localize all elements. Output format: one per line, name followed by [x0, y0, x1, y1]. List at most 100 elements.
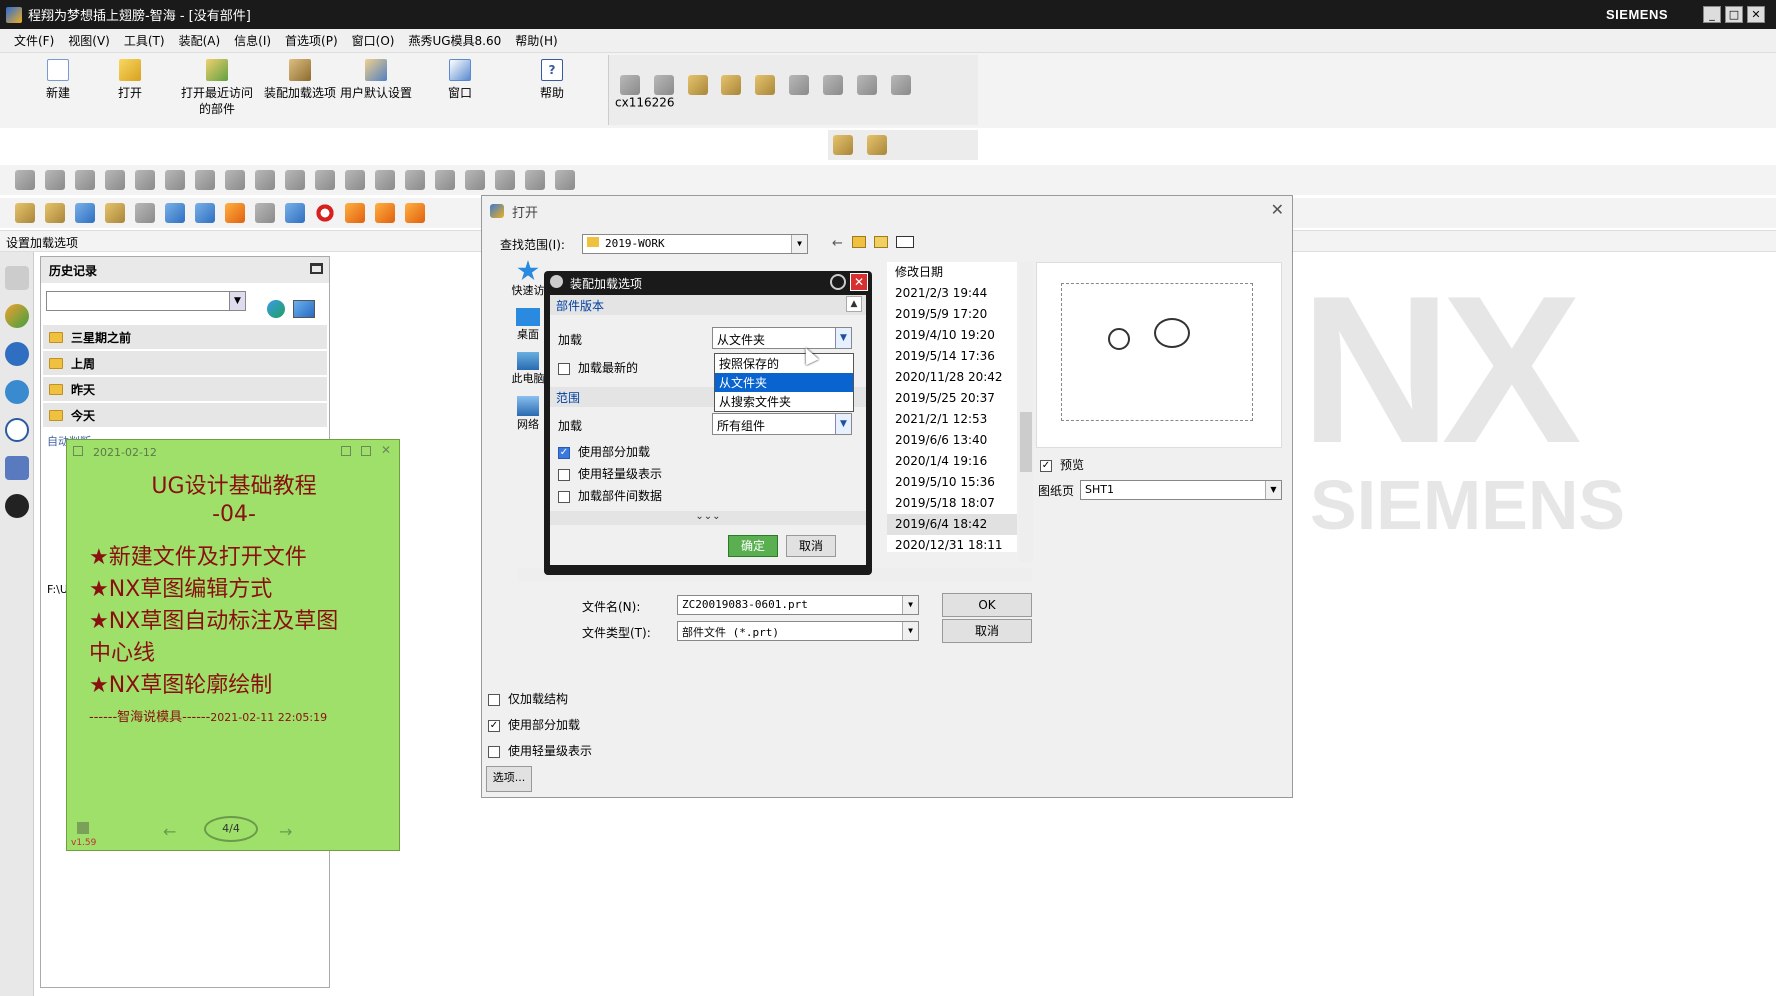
date-column-header[interactable]: 修改日期 [887, 262, 1017, 283]
new-folder-icon[interactable] [874, 236, 888, 248]
file-row-date[interactable]: 2019/6/4 18:42 [887, 514, 1017, 535]
chevron-down-icon[interactable]: ▼ [1265, 481, 1281, 499]
solid-icon[interactable] [687, 75, 708, 95]
cube-icon[interactable] [405, 203, 425, 223]
next-page-icon[interactable]: → [279, 822, 292, 841]
load-source-combo[interactable]: 从文件夹 ▼ [712, 327, 852, 349]
thumbnail-view-icon[interactable] [293, 300, 315, 318]
use-partial-load-checkbox[interactable]: ✓ 使用部分加载 [488, 716, 580, 733]
assembly-icon[interactable] [833, 135, 853, 155]
close-dialog-icon[interactable]: ✕ [1271, 200, 1284, 219]
system-materials-icon[interactable] [4, 494, 29, 518]
menu-file[interactable]: 文件(F) [14, 32, 54, 49]
quick-access-icon[interactable] [517, 260, 539, 281]
block-icon[interactable] [721, 75, 742, 95]
surface-icon[interactable] [620, 75, 640, 95]
snap-icon[interactable] [345, 203, 365, 223]
history-search-input[interactable]: ▼ [46, 291, 246, 311]
layer-icon[interactable] [225, 203, 245, 223]
minimize-button[interactable]: _ [1703, 6, 1721, 23]
menu-help[interactable]: 帮助(H) [515, 32, 557, 49]
this-pc-icon[interactable] [517, 352, 539, 370]
shade-icon[interactable] [255, 203, 275, 223]
file-list-scrollbar[interactable] [1019, 262, 1033, 562]
menu-preferences[interactable]: 首选项(P) [285, 32, 338, 49]
trim-icon[interactable] [225, 170, 245, 190]
shell-icon[interactable] [135, 170, 155, 190]
assembly-navigator-icon[interactable] [4, 304, 29, 328]
chamfer-icon[interactable] [165, 170, 185, 190]
maximize-panel-icon[interactable] [310, 263, 323, 274]
scope-combo[interactable]: 所有组件 ▼ [712, 413, 852, 435]
note-close-icon[interactable]: ✕ [381, 443, 391, 457]
menu-view[interactable]: 视图(V) [68, 32, 110, 49]
weld-icon[interactable] [555, 170, 575, 190]
asm-ok-button[interactable]: 确定 [728, 535, 778, 557]
more-options-chevron-icon[interactable]: ⌄⌄⌄ [550, 511, 866, 525]
datum-icon[interactable] [45, 170, 65, 190]
assembly-load-options-button[interactable]: 装配加载选项 [258, 59, 342, 101]
part-navigator-icon[interactable] [4, 342, 29, 366]
snapshot-icon[interactable] [195, 203, 215, 223]
cancel-button[interactable]: 取消 [942, 619, 1032, 643]
export-icon[interactable] [105, 203, 125, 223]
file-row-date[interactable]: 2021/2/3 19:44 [887, 283, 1017, 304]
history-group[interactable]: 昨天 [43, 377, 327, 401]
stop-icon[interactable] [315, 203, 335, 223]
file-row-date[interactable]: 2019/5/9 17:20 [887, 304, 1017, 325]
triangle-icon[interactable] [435, 170, 455, 190]
csys-icon[interactable] [495, 170, 515, 190]
move-icon[interactable] [285, 170, 305, 190]
sweep-icon[interactable] [789, 75, 810, 95]
help-button[interactable]: ? 帮助 [534, 59, 570, 101]
back-arrow-icon[interactable] [267, 300, 285, 318]
mirror-icon[interactable] [105, 170, 125, 190]
extrude-icon[interactable] [755, 75, 776, 95]
history-group[interactable]: 三星期之前 [43, 325, 327, 349]
menu-window[interactable]: 窗口(O) [352, 32, 395, 49]
dimension-icon[interactable] [315, 170, 335, 190]
spline-icon[interactable] [856, 75, 877, 95]
file-row-date[interactable]: 2019/5/14 17:36 [887, 346, 1017, 367]
table-icon[interactable] [405, 170, 425, 190]
file-row-date[interactable]: 2019/6/6 13:40 [887, 430, 1017, 451]
trash-icon[interactable] [77, 822, 89, 834]
ok-button[interactable]: OK [942, 593, 1032, 617]
load-latest-checkbox[interactable]: 加载最新的 [558, 359, 638, 376]
file-row-date[interactable]: 2019/5/10 15:36 [887, 472, 1017, 493]
dropdown-option-selected[interactable]: 从文件夹 [715, 373, 853, 392]
history-group[interactable]: 今天 [43, 403, 327, 427]
part-version-section[interactable]: 部件版本 ▲ [550, 295, 866, 315]
preview-checkbox[interactable]: ✓ 预览 [1040, 456, 1084, 473]
window-button[interactable]: 窗口 [442, 59, 478, 101]
file-row-date[interactable]: 2021/2/1 12:53 [887, 409, 1017, 430]
asm-cancel-button[interactable]: 取消 [786, 535, 836, 557]
lookin-combo[interactable]: 2019-WORK ▼ [582, 234, 808, 254]
open-button[interactable]: 打开 [112, 59, 148, 101]
close-window-button[interactable]: ✕ [1747, 6, 1765, 23]
chevron-down-icon[interactable]: ▼ [791, 235, 807, 253]
file-row-date[interactable]: 2020/11/28 20:42 [887, 367, 1017, 388]
view-menu-icon[interactable] [896, 236, 914, 248]
filetype-combo[interactable]: 部件文件 (*.prt) ▼ [677, 621, 919, 641]
tolerance-icon[interactable] [345, 170, 365, 190]
new-button[interactable]: 新建 [36, 59, 80, 101]
save-icon[interactable] [75, 203, 95, 223]
use-lightweight-checkbox[interactable]: 使用轻量级表示 [558, 465, 662, 482]
roles-icon[interactable] [4, 456, 29, 480]
note-minimize-icon[interactable] [361, 446, 371, 456]
user-defaults-button[interactable]: 用户默认设置 [338, 59, 414, 101]
back-icon[interactable]: ← [832, 236, 843, 251]
pin-icon[interactable] [73, 446, 83, 456]
up-folder-icon[interactable] [852, 236, 866, 248]
menu-tools[interactable]: 工具(T) [124, 32, 165, 49]
menu-info[interactable]: 信息(I) [234, 32, 271, 49]
file-row-date[interactable]: 2020/12/31 18:11 [887, 535, 1017, 556]
import-icon[interactable] [135, 203, 155, 223]
note-settings-icon[interactable] [341, 446, 351, 456]
menu-yanxiu[interactable]: 燕秀UG模具8.60 [408, 32, 501, 49]
curve-icon[interactable] [822, 75, 843, 95]
palette-icon[interactable] [375, 203, 395, 223]
file-row-date[interactable]: 2020/1/4 19:16 [887, 451, 1017, 472]
offset-icon[interactable] [255, 170, 275, 190]
